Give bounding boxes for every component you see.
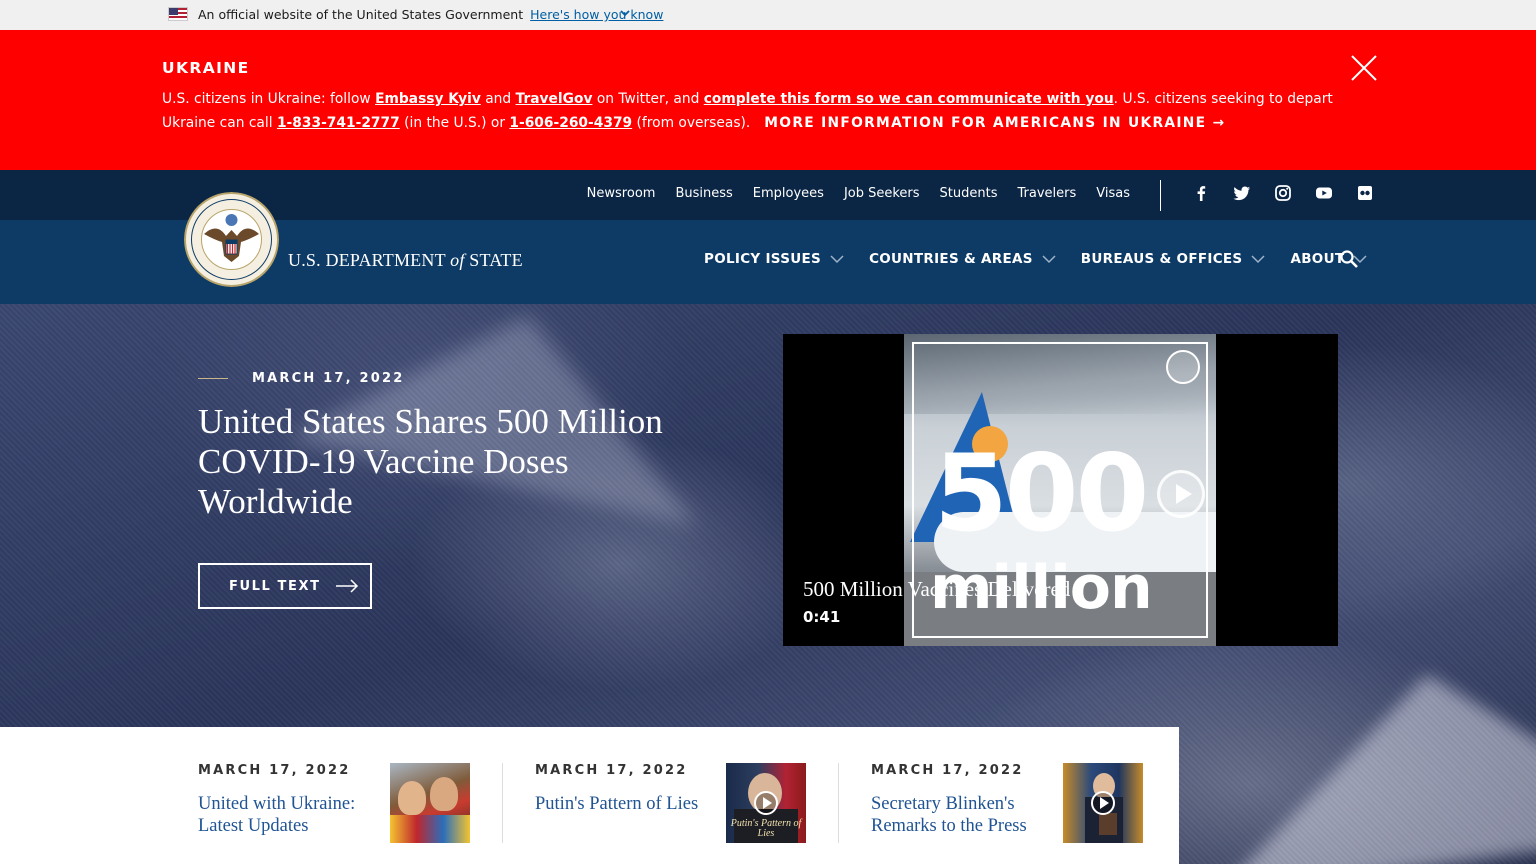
heres-how-you-know-link[interactable]: Here's how you know (530, 7, 663, 22)
menu-bureaus-offices[interactable]: BUREAUS & OFFICES (1081, 251, 1266, 267)
chevron-down-icon (830, 255, 844, 264)
primary-menu: POLICY ISSUES COUNTRIES & AREAS BUREAUS … (704, 251, 1392, 267)
social-links (1180, 184, 1385, 206)
nav-students[interactable]: Students (940, 186, 998, 201)
news-card: MARCH 17, 2022 Secretary Blinken's Remar… (871, 763, 1143, 845)
contact-form-link[interactable]: complete this form so we can communicate… (704, 91, 1114, 107)
phone-overseas-link[interactable]: 1-606-260-4379 (509, 115, 632, 131)
alert-text: and (480, 91, 516, 107)
department-name[interactable]: U.S. DEPARTMENT of STATE (288, 250, 523, 271)
menu-label: BUREAUS & OFFICES (1080, 251, 1243, 267)
phone-us-link[interactable]: 1-833-741-2777 (277, 115, 400, 131)
card-title-link[interactable]: United with Ukraine: Latest Updates (198, 793, 368, 837)
news-card: MARCH 17, 2022 United with Ukraine: Late… (198, 763, 470, 845)
youtube-icon[interactable] (1303, 184, 1344, 206)
chevron-down-icon[interactable] (619, 7, 631, 19)
nav-visas[interactable]: Visas (1096, 186, 1130, 201)
dept-name-part: U.S. DEPARTMENT (288, 250, 451, 270)
card-divider (838, 763, 839, 843)
instagram-icon[interactable] (1262, 184, 1303, 206)
card-thumbnail[interactable] (390, 763, 470, 843)
seal-icon (1166, 350, 1200, 384)
alert-text: (from overseas). (632, 115, 751, 131)
news-card: MARCH 17, 2022 Putin's Pattern of Lies P… (535, 763, 807, 845)
video-title: 500 Million Vaccines Delivered (803, 577, 1071, 601)
play-icon (754, 791, 778, 815)
ukraine-alert: UKRAINE U.S. citizens in Ukraine: follow… (0, 30, 1536, 170)
nav-job-seekers[interactable]: Job Seekers (844, 186, 920, 201)
nav-employees[interactable]: Employees (753, 186, 824, 201)
alert-text: (in the U.S.) or (399, 115, 510, 131)
search-icon[interactable] (1339, 249, 1359, 269)
date-rule (198, 378, 228, 379)
chevron-down-icon (1042, 255, 1056, 264)
nav-business[interactable]: Business (675, 186, 732, 201)
gov-banner: An official website of the United States… (0, 0, 1536, 30)
more-info-ukraine-link[interactable]: MORE INFORMATION FOR AMERICANS IN UKRAIN… (764, 115, 1225, 131)
close-icon[interactable] (1350, 54, 1378, 82)
card-divider (502, 763, 503, 843)
play-icon[interactable] (1157, 470, 1205, 518)
menu-label: ABOUT (1290, 251, 1345, 267)
utility-links: Newsroom Business Employees Job Seekers … (587, 186, 1130, 201)
hero-date: MARCH 17, 2022 (252, 371, 405, 386)
thumb-caption: Putin's Pattern of Lies (730, 818, 802, 839)
dept-name-part: STATE (464, 250, 523, 270)
nav-divider (1160, 180, 1161, 211)
alert-body: U.S. citizens in Ukraine: follow Embassy… (162, 87, 1342, 135)
card-date: MARCH 17, 2022 (535, 763, 688, 778)
full-text-button[interactable]: FULL TEXT (198, 563, 372, 609)
card-thumbnail[interactable] (1063, 763, 1143, 843)
embassy-kyiv-link[interactable]: Embassy Kyiv (375, 91, 481, 107)
video-player[interactable]: 500 million 500 Million Vaccines Deliver… (783, 334, 1338, 646)
flickr-icon[interactable] (1344, 184, 1385, 206)
chevron-down-icon (1251, 255, 1265, 264)
arrow-right-icon (335, 579, 358, 593)
nav-travelers[interactable]: Travelers (1018, 186, 1077, 201)
menu-label: COUNTRIES & AREAS (869, 251, 1033, 267)
hero-title: United States Shares 500 Million COVID-1… (198, 402, 663, 521)
card-title-link[interactable]: Secretary Blinken's Remarks to the Press (871, 793, 1041, 837)
card-thumbnail[interactable]: Putin's Pattern of Lies (726, 763, 806, 843)
us-flag-icon (168, 7, 188, 21)
dept-name-of: of (450, 250, 465, 270)
department-seal-logo[interactable] (184, 192, 279, 287)
menu-countries-areas[interactable]: COUNTRIES & AREAS (869, 251, 1056, 267)
alert-title: UKRAINE (162, 59, 250, 77)
menu-policy-issues[interactable]: POLICY ISSUES (704, 251, 844, 267)
full-text-label: FULL TEXT (229, 578, 321, 594)
facebook-icon[interactable] (1180, 184, 1221, 206)
menu-label: POLICY ISSUES (704, 251, 822, 267)
video-overlay-number: 500 (934, 432, 1149, 555)
nav-newsroom[interactable]: Newsroom (587, 186, 656, 201)
card-title-link[interactable]: Putin's Pattern of Lies (535, 793, 715, 815)
video-duration: 0:41 (803, 608, 841, 626)
news-cards: MARCH 17, 2022 United with Ukraine: Late… (0, 727, 1179, 864)
gov-banner-label: An official website of the United States… (198, 7, 524, 22)
card-date: MARCH 17, 2022 (871, 763, 1024, 778)
twitter-icon[interactable] (1221, 184, 1262, 206)
alert-text: on Twitter, and (592, 91, 704, 107)
gov-banner-text: An official website of the United States… (198, 7, 663, 22)
card-date: MARCH 17, 2022 (198, 763, 351, 778)
play-icon (1091, 791, 1115, 815)
travelgov-link[interactable]: TravelGov (516, 91, 593, 107)
alert-text: U.S. citizens in Ukraine: follow (162, 91, 376, 107)
